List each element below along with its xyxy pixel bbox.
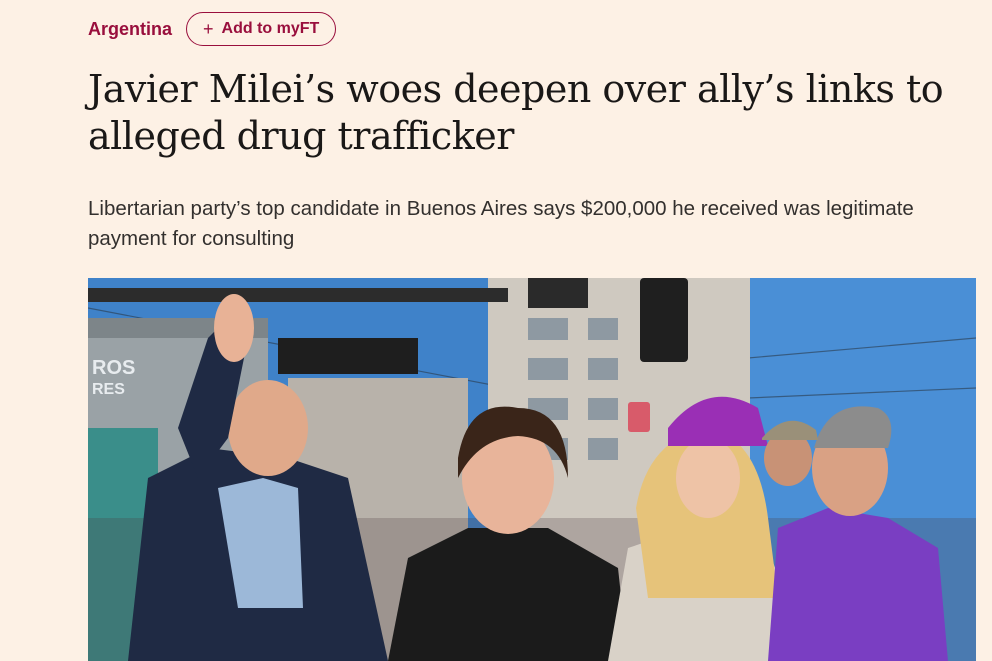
standfirst: Libertarian party’s top candidate in Bue…	[88, 197, 914, 250]
add-to-myft-button[interactable]: + Add to myFT	[186, 12, 337, 46]
lead-photo-illustration: ROS RES	[88, 278, 976, 661]
add-to-myft-label: Add to myFT	[221, 20, 320, 37]
topic-link-argentina[interactable]: Argentina	[88, 19, 172, 40]
plus-icon: +	[203, 19, 214, 39]
lead-photo: ROS RES	[88, 278, 976, 661]
building-sign-line-2: RES	[92, 381, 125, 398]
building-sign-line-1: ROS	[92, 357, 135, 379]
headline: Javier Milei’s woes deepen over ally’s l…	[88, 67, 944, 158]
topic-row: Argentina + Add to myFT	[88, 12, 337, 46]
